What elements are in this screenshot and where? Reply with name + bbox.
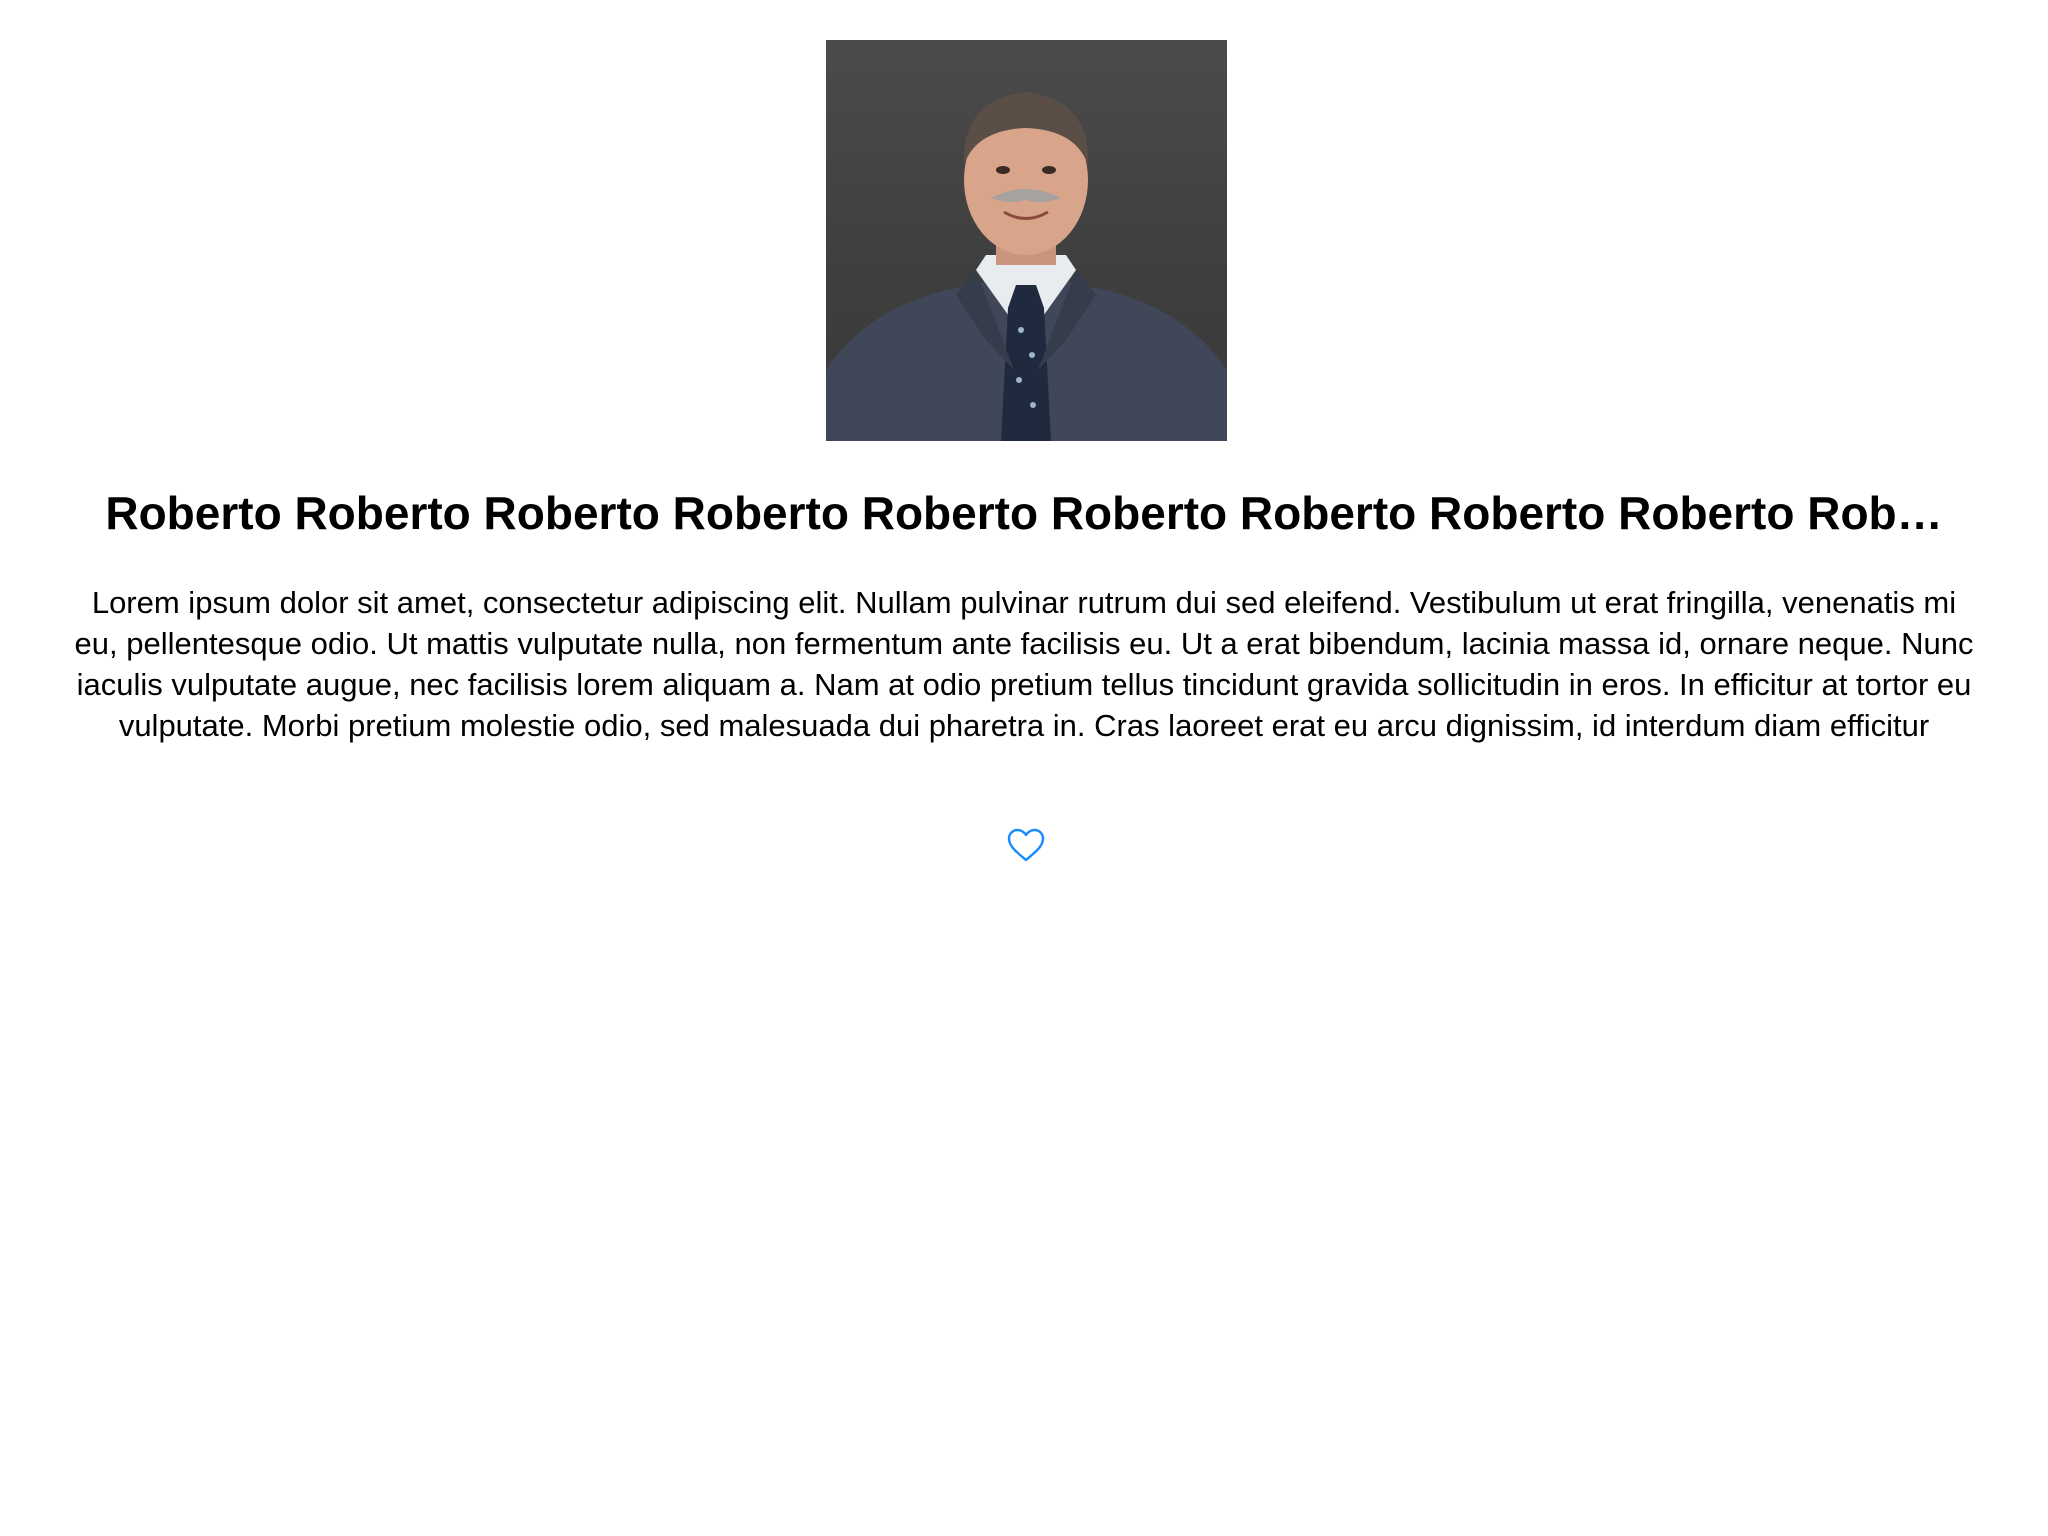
heart-outline-icon: [1007, 828, 1045, 862]
profile-name: Roberto Roberto Roberto Roberto Roberto …: [105, 487, 1943, 539]
favorite-button[interactable]: [1004, 825, 1048, 865]
person-portrait-image: [826, 92, 1227, 441]
profile-photo: [826, 40, 1227, 441]
profile-description: Lorem ipsum dolor sit amet, consectetur …: [74, 585, 1974, 743]
